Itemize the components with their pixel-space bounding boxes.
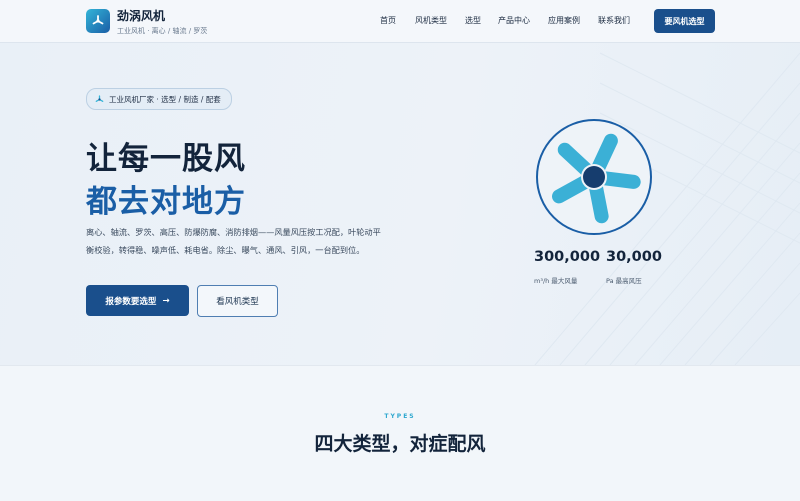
nav-contact[interactable]: 联系我们 (598, 15, 630, 26)
hero-section: 工业风机厂家 · 选型 / 制造 / 配套 让每一股风 都去对地方 离心、轴流、… (0, 43, 800, 365)
site-header: 劲涡风机 工业风机 · 离心 / 轴流 / 罗茨 首页 风机类型 选型 产品中心… (0, 0, 800, 43)
hero-badge: 工业风机厂家 · 选型 / 制造 / 配套 (86, 88, 232, 110)
nav-home[interactable]: 首页 (380, 15, 396, 26)
stat-max-pressure-label: Pa 最高风压 (606, 277, 642, 285)
hero-title-line1: 让每一股风 (86, 141, 246, 177)
request-selection-label: 报参数要选型 (105, 296, 157, 307)
stat-max-airflow-value: 300,000 (534, 249, 601, 265)
hero-title-line2: 都去对地方 (86, 184, 246, 220)
section-title: 四大类型，对症配风 (314, 433, 486, 455)
nav-cases[interactable]: 应用案例 (548, 15, 580, 26)
brand-tagline: 工业风机 · 离心 / 轴流 / 罗茨 (117, 27, 208, 35)
nav-selection[interactable]: 选型 (465, 15, 481, 26)
brand-name[interactable]: 劲涡风机 (117, 7, 165, 24)
fan-illustration-icon (534, 117, 654, 237)
nav-fan-types[interactable]: 风机类型 (415, 15, 447, 26)
logo-icon[interactable] (86, 9, 110, 33)
arrow-right-icon: → (162, 295, 170, 306)
request-selection-button[interactable]: 报参数要选型 → (86, 285, 189, 316)
stat-max-airflow-label: m³/h 最大风量 (534, 277, 578, 285)
types-section: TYPES 四大类型，对症配风 (0, 365, 800, 501)
hero-description: 离心、轴流、罗茨、高压、防爆防腐、消防排烟——风量风压按工况配，叶轮动平衡校验，… (86, 227, 381, 255)
header-cta-button[interactable]: 要风机选型 (654, 9, 715, 33)
view-fan-types-button[interactable]: 看风机类型 (197, 285, 278, 317)
nav-products[interactable]: 产品中心 (498, 15, 530, 26)
hero-badge-text: 工业风机厂家 · 选型 / 制造 / 配套 (109, 94, 221, 104)
section-eyebrow: TYPES (384, 413, 416, 420)
fan-small-icon (95, 94, 104, 102)
stat-max-pressure-value: 30,000 (606, 249, 662, 265)
